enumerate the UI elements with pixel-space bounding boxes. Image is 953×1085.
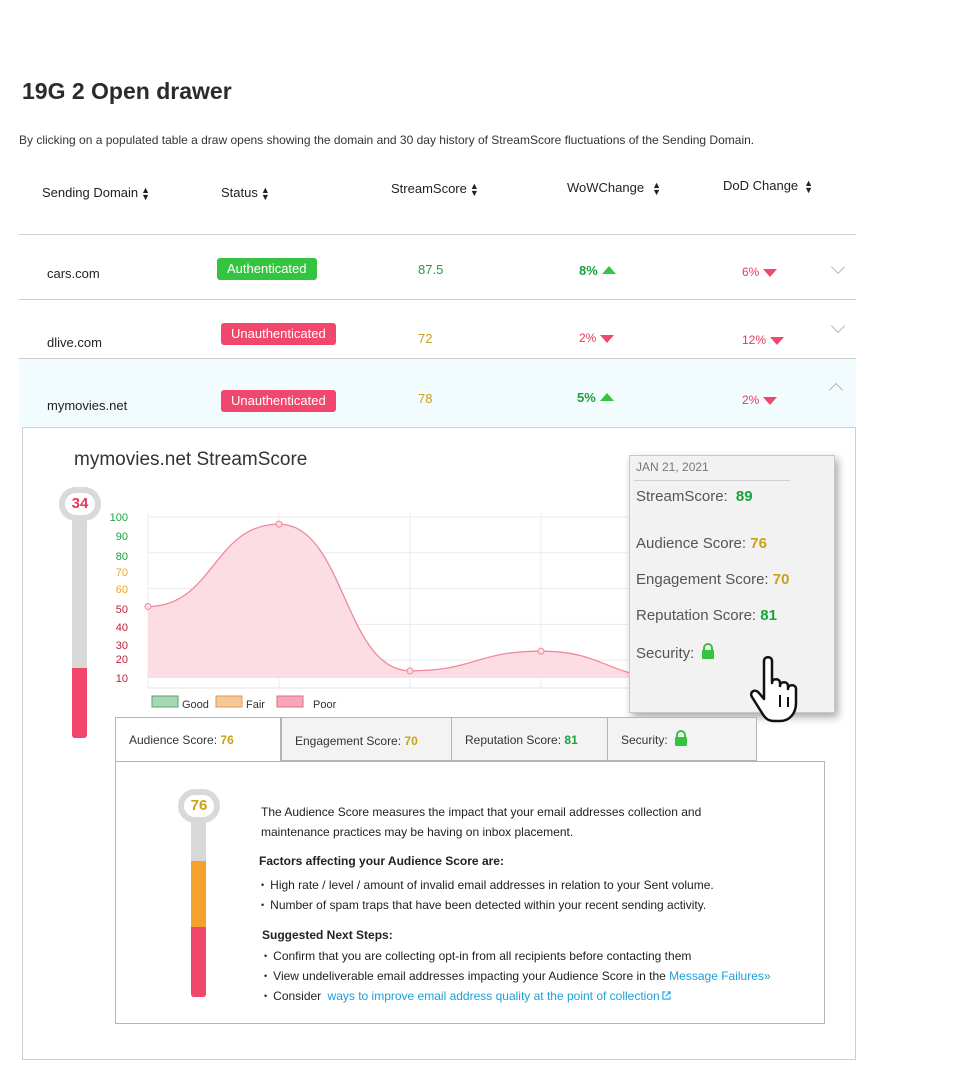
legend-swatch [151,695,179,708]
legend-label: Poor [313,699,337,711]
row-wow-change: 5% [577,390,614,405]
tooltip-audience: Audience Score: 76 [636,535,767,552]
message-failures-link[interactable]: Message Failures» [669,969,770,983]
row-dod-change: 2% [742,393,778,407]
data-point [406,667,414,675]
chart-legend: Good Fair Poor [151,695,337,711]
tooltip-divider [634,480,790,481]
lock-icon [675,730,688,746]
header-sending-domain[interactable]: Sending Domain ▲ ▼ [42,185,150,201]
y-tick-label: 80 [116,551,128,563]
status-badge: Authenticated [217,258,317,280]
row-domain: mymovies.net [47,398,128,413]
y-tick-label: 100 [110,512,128,524]
header-wow-change[interactable]: WoWChange ▲ ▼ [567,180,661,196]
step-item: Confirm that you are collecting opt-in f… [264,947,691,966]
steps-heading: Suggested Next Steps: [262,928,393,942]
down-arrow-icon [763,396,778,405]
row-streamscore: 72 [418,331,433,346]
data-point [144,602,152,610]
panel-intro-line-1: The Audience Score measures the impact t… [261,805,702,819]
header-status[interactable]: Status ▲ ▼ [221,185,270,201]
tooltip-reputation: Reputation Score: 81 [636,607,777,624]
header-label: Status [221,185,258,200]
header-label: Sending Domain [42,185,139,200]
y-tick-label: 30 [116,640,128,652]
header-label: WoWChange [567,180,645,195]
audience-score-gauge [191,812,206,997]
status-badge: Unauthenticated [221,323,336,345]
y-tick-label: 40 [116,622,128,634]
header-label: DoD Change [723,178,799,193]
legend-swatch [276,695,304,708]
data-point [275,520,283,528]
overall-score-bulb: 34 [59,487,101,521]
panel-intro-line-2: maintenance practices may be having on i… [261,825,574,839]
factors-heading: Factors affecting your Audience Score ar… [259,854,504,868]
up-arrow-icon [599,393,614,402]
y-tick-label: 70 [116,567,128,579]
table-row-selected[interactable] [19,359,856,427]
improve-quality-link[interactable]: ways to improve email address quality at… [328,989,671,1003]
tooltip-streamscore: StreamScore: 89 [636,488,753,505]
row-domain: cars.com [47,266,100,281]
overall-score-gauge [72,505,87,738]
page-description: By clicking on a populated table a draw … [19,133,755,147]
y-tick-label: 60 [116,584,128,596]
row-wow-change: 2% [579,331,615,345]
factor-item: High rate / level / amount of invalid em… [261,876,714,895]
row-domain: dlive.com [47,335,102,350]
tab-reputation-score[interactable]: Reputation Score: 81 [451,717,608,761]
tab-engagement-score[interactable]: Engagement Score: 70 [281,717,452,761]
lock-icon [701,643,714,659]
external-link-icon [662,991,671,1000]
up-arrow-icon [601,266,616,275]
header-dod-change[interactable]: DoD Change ▲ ▼ [723,178,813,194]
row-wow-change: 8% [579,263,616,278]
legend-swatch [215,695,243,708]
overall-score-fill [72,668,87,738]
audience-score-bulb: 76 [178,789,220,823]
down-arrow-icon [600,334,615,343]
row-streamscore: 78 [418,391,433,406]
sort-icon[interactable]: ▲ ▼ [261,185,270,201]
sort-icon[interactable]: ▲ ▼ [804,178,813,194]
sort-icon[interactable]: ▲ ▼ [141,185,150,201]
y-tick-label: 50 [116,604,128,616]
sort-icon[interactable]: ▲ ▼ [652,180,661,196]
header-label: StreamScore [391,181,467,196]
down-arrow-icon [763,268,778,277]
hand-cursor-icon [750,656,798,723]
audience-score-fill-poor [191,927,206,997]
status-badge: Unauthenticated [221,390,336,412]
row-streamscore: 87.5 [418,262,444,277]
step-item: Consider ways to improve email address q… [264,987,671,1006]
y-tick-label: 20 [116,654,128,666]
tab-security[interactable]: Security: [607,717,757,761]
header-streamscore[interactable]: StreamScore ▲ ▼ [391,181,479,197]
y-tick-label: 90 [116,531,128,543]
legend-label: Good [182,699,209,711]
page-title: 19G 2 Open drawer [22,78,232,104]
sort-icon[interactable]: ▲ ▼ [470,181,479,197]
down-arrow-icon [770,336,785,345]
table-row[interactable] [19,300,856,358]
drawer-title: mymovies.net StreamScore [74,449,308,470]
factor-item: Number of spam traps that have been dete… [261,896,706,915]
row-dod-change: 6% [742,265,778,279]
data-point [537,647,545,655]
row-dod-change: 12% [742,333,785,347]
chart-y-ticks: 100 90 80 70 60 50 40 30 20 10 [110,512,128,685]
tooltip-engagement: Engagement Score: 70 [636,571,790,588]
tab-audience-score[interactable]: Audience Score: 76 [115,717,281,762]
legend-label: Fair [246,699,265,711]
y-tick-label: 10 [116,673,128,685]
tooltip-security: Security: [636,643,715,662]
tooltip-date: JAN 21, 2021 [636,460,709,474]
step-item: View undeliverable email addresses impac… [264,967,770,986]
